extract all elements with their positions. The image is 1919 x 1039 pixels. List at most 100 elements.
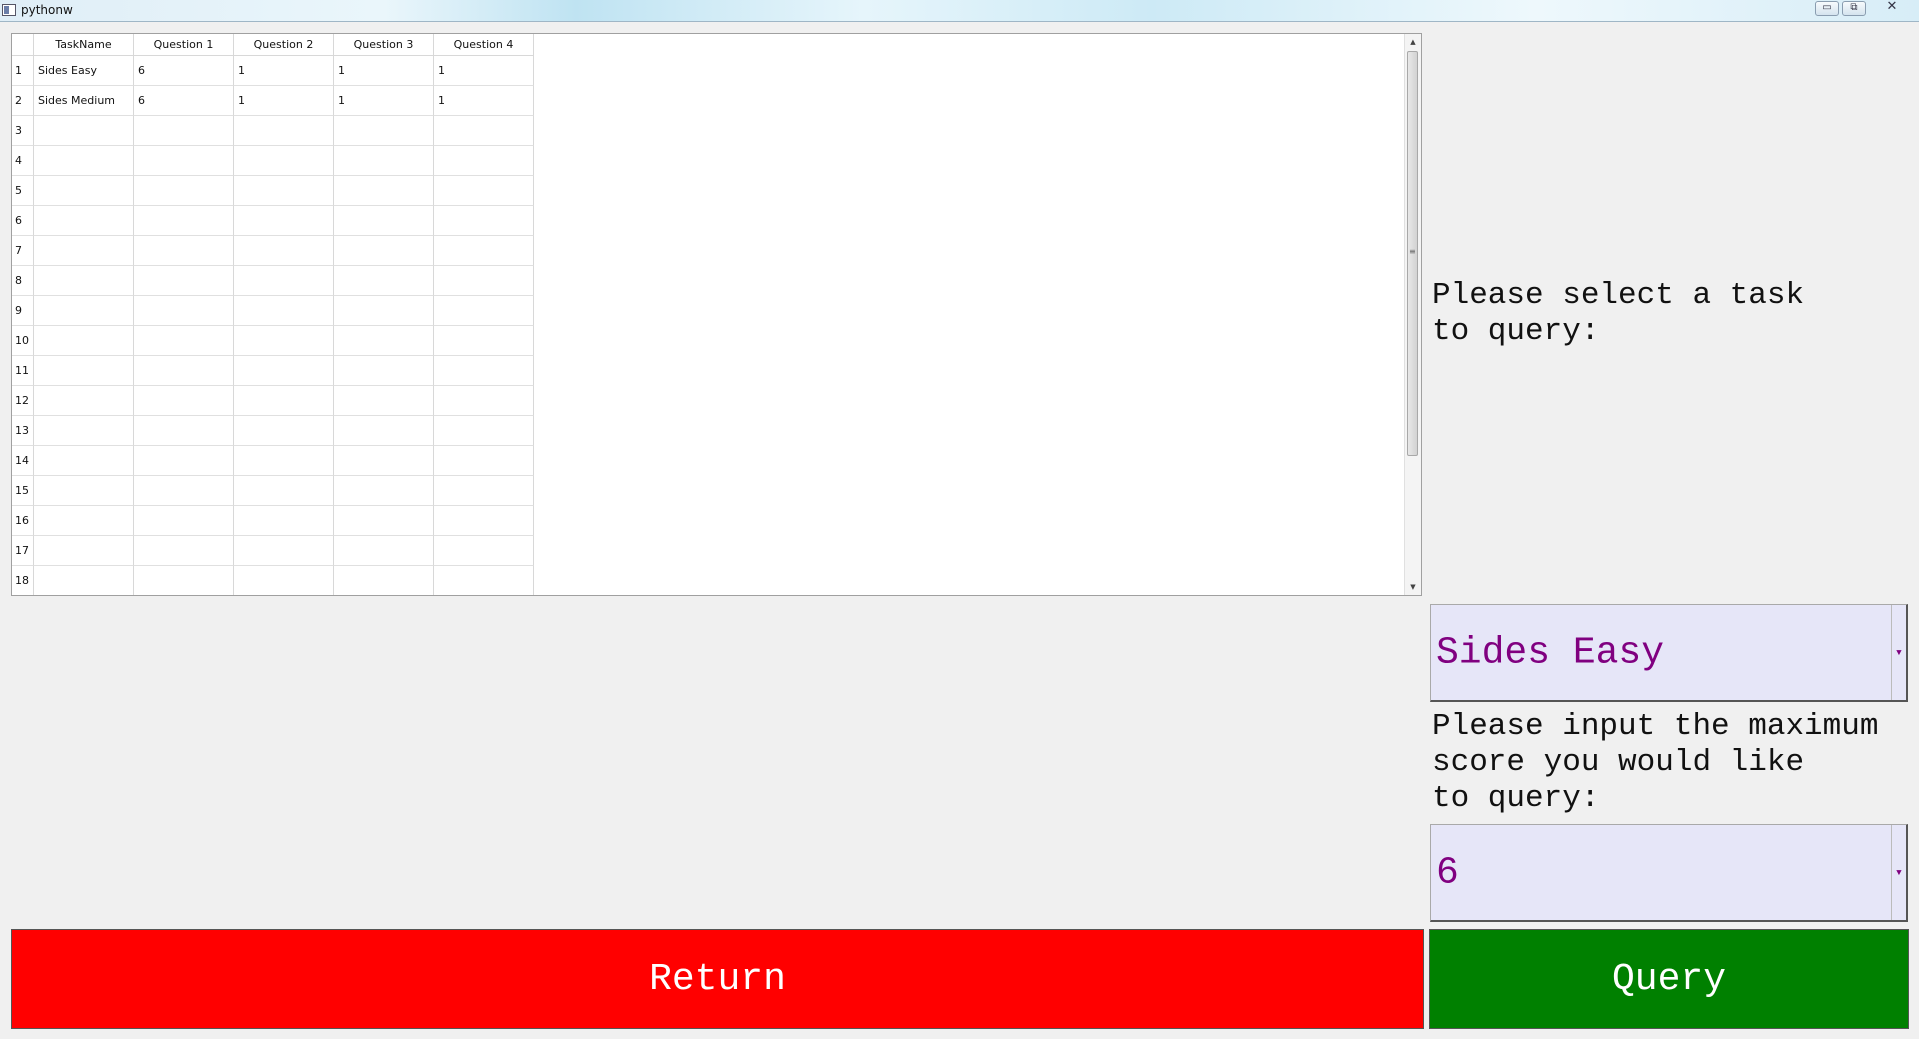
row-header[interactable]: 4 (12, 146, 34, 176)
table-cell[interactable] (34, 176, 134, 206)
table-cell[interactable] (334, 566, 434, 595)
row-header[interactable]: 7 (12, 236, 34, 266)
table-cell[interactable] (34, 416, 134, 446)
table-cell[interactable] (134, 356, 234, 386)
table-cell[interactable] (34, 146, 134, 176)
table-cell[interactable] (434, 386, 534, 416)
table-cell[interactable] (434, 296, 534, 326)
table-cell[interactable] (434, 446, 534, 476)
table-cell[interactable] (34, 206, 134, 236)
table-cell[interactable] (334, 536, 434, 566)
table-cell[interactable] (434, 536, 534, 566)
table-cell[interactable] (134, 506, 234, 536)
row-header[interactable]: 3 (12, 116, 34, 146)
row-header[interactable]: 14 (12, 446, 34, 476)
table-cell[interactable] (434, 236, 534, 266)
table-cell[interactable] (134, 146, 234, 176)
row-header[interactable]: 8 (12, 266, 34, 296)
table-cell[interactable] (434, 116, 534, 146)
table-cell[interactable] (234, 446, 334, 476)
column-header[interactable]: Question 2 (234, 34, 334, 56)
table-cell[interactable] (134, 176, 234, 206)
table-cell[interactable] (434, 176, 534, 206)
table-cell[interactable] (434, 416, 534, 446)
table-cell[interactable]: 1 (334, 56, 434, 86)
task-select[interactable]: Sides Easy ▼ (1430, 604, 1908, 702)
row-header[interactable]: 12 (12, 386, 34, 416)
row-header[interactable]: 15 (12, 476, 34, 506)
table-cell[interactable] (234, 326, 334, 356)
score-select[interactable]: 6 ▼ (1430, 824, 1908, 922)
table-cell[interactable] (234, 206, 334, 236)
table-cell[interactable] (134, 116, 234, 146)
table-cell[interactable] (34, 536, 134, 566)
table-cell[interactable] (434, 566, 534, 595)
scroll-up-arrow-icon[interactable]: ▲ (1405, 34, 1421, 50)
scroll-thumb[interactable]: ≡ (1407, 51, 1418, 456)
table-cell[interactable] (234, 266, 334, 296)
minimize-button[interactable]: ▭ (1815, 1, 1839, 16)
table-cell[interactable] (434, 326, 534, 356)
table-cell[interactable] (134, 566, 234, 595)
table-cell[interactable] (34, 356, 134, 386)
row-header[interactable]: 5 (12, 176, 34, 206)
table-cell[interactable] (234, 116, 334, 146)
table-cell[interactable] (234, 356, 334, 386)
row-header[interactable]: 9 (12, 296, 34, 326)
row-header[interactable]: 1 (12, 56, 34, 86)
table-cell[interactable] (434, 506, 534, 536)
table-cell[interactable] (34, 566, 134, 595)
table-cell[interactable]: 1 (434, 56, 534, 86)
chevron-down-icon[interactable]: ▼ (1891, 605, 1906, 700)
column-header[interactable]: Question 4 (434, 34, 534, 56)
table-cell[interactable]: 1 (234, 56, 334, 86)
table-cell[interactable] (234, 536, 334, 566)
table-cell[interactable] (34, 506, 134, 536)
table-cell[interactable] (34, 326, 134, 356)
table-cell[interactable]: 6 (134, 56, 234, 86)
table-cell[interactable] (334, 236, 434, 266)
table-cell[interactable] (134, 476, 234, 506)
table-cell[interactable] (334, 146, 434, 176)
table-cell[interactable] (334, 506, 434, 536)
maximize-button[interactable]: ⧉ (1842, 1, 1866, 16)
table-cell[interactable] (234, 176, 334, 206)
table-cell[interactable] (334, 266, 434, 296)
column-header[interactable]: Question 3 (334, 34, 434, 56)
row-header[interactable]: 2 (12, 86, 34, 116)
column-header[interactable]: Question 1 (134, 34, 234, 56)
table-cell[interactable] (334, 296, 434, 326)
table-cell[interactable] (434, 356, 534, 386)
table-cell[interactable] (434, 146, 534, 176)
table-cell[interactable]: 1 (234, 86, 334, 116)
close-button[interactable]: ✕ (1870, 0, 1914, 16)
table-cell[interactable] (434, 266, 534, 296)
row-header[interactable]: 18 (12, 566, 34, 595)
table-cell[interactable] (134, 536, 234, 566)
results-table[interactable]: ▲ ≡ ▼ TaskName Question 1 Question 2 Questi… (11, 33, 1422, 596)
table-cell[interactable] (234, 296, 334, 326)
table-cell[interactable] (334, 416, 434, 446)
row-header[interactable]: 16 (12, 506, 34, 536)
column-header[interactable]: TaskName (34, 34, 134, 56)
table-cell[interactable] (34, 116, 134, 146)
table-cell[interactable] (434, 476, 534, 506)
table-cell[interactable]: Sides Easy (34, 56, 134, 86)
row-header[interactable]: 11 (12, 356, 34, 386)
table-cell[interactable] (34, 386, 134, 416)
table-cell[interactable] (334, 326, 434, 356)
table-cell[interactable] (234, 566, 334, 595)
table-cell[interactable] (134, 266, 234, 296)
table-cell[interactable] (134, 416, 234, 446)
table-cell[interactable] (234, 386, 334, 416)
table-cell[interactable] (334, 356, 434, 386)
table-cell[interactable] (234, 416, 334, 446)
table-cell[interactable] (34, 446, 134, 476)
chevron-down-icon[interactable]: ▼ (1891, 825, 1906, 920)
return-button[interactable]: Return (11, 929, 1424, 1029)
table-cell[interactable] (34, 296, 134, 326)
scroll-down-arrow-icon[interactable]: ▼ (1405, 579, 1421, 595)
table-cell[interactable] (34, 476, 134, 506)
vertical-scrollbar[interactable]: ▲ ≡ ▼ (1404, 34, 1421, 595)
row-header[interactable]: 6 (12, 206, 34, 236)
